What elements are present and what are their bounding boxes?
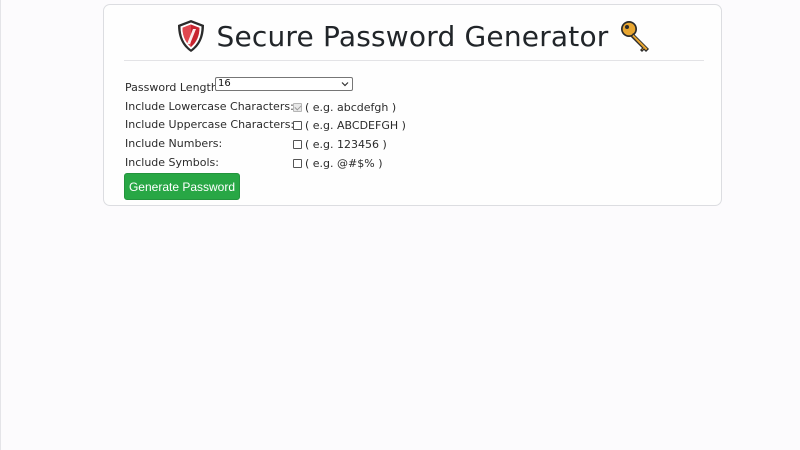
option-label: Include Symbols:	[125, 155, 219, 169]
generator-card: Secure Password Generator Password Lengt…	[103, 4, 722, 206]
length-row: Password Length: 16	[125, 77, 353, 96]
option-label: Include Numbers:	[125, 136, 223, 150]
option-example: ( e.g. @#$% )	[305, 157, 383, 170]
option-example: ( e.g. abcdefgh )	[305, 101, 397, 114]
numbers-checkbox[interactable]	[293, 140, 302, 149]
option-row-numbers: Include Numbers: ( e.g. 123456 )	[125, 134, 387, 152]
shield-icon	[176, 19, 206, 53]
page-header: Secure Password Generator	[104, 14, 721, 58]
option-label: Include Lowercase Characters:	[125, 99, 294, 113]
option-row-lowercase: Include Lowercase Characters: ( e.g. abc…	[125, 97, 396, 115]
option-example: ( e.g. 123456 )	[305, 138, 387, 151]
header-divider	[124, 60, 704, 61]
key-icon	[619, 19, 649, 53]
length-select-value: 16	[218, 78, 231, 89]
length-label: Password Length:	[125, 80, 222, 94]
uppercase-checkbox[interactable]	[293, 121, 302, 130]
lowercase-checkbox[interactable]	[293, 103, 302, 112]
chevron-down-icon	[341, 82, 349, 87]
symbols-checkbox[interactable]	[293, 159, 302, 168]
option-row-symbols: Include Symbols: ( e.g. @#$% )	[125, 153, 382, 171]
page-title: Secure Password Generator	[216, 19, 609, 53]
page-edge	[0, 0, 1, 450]
option-example: ( e.g. ABCDEFGH )	[305, 119, 406, 132]
length-select[interactable]: 16	[215, 77, 353, 91]
option-row-uppercase: Include Uppercase Characters: ( e.g. ABC…	[125, 115, 406, 133]
generate-password-button[interactable]: Generate Password	[124, 173, 240, 200]
option-label: Include Uppercase Characters:	[125, 117, 295, 131]
